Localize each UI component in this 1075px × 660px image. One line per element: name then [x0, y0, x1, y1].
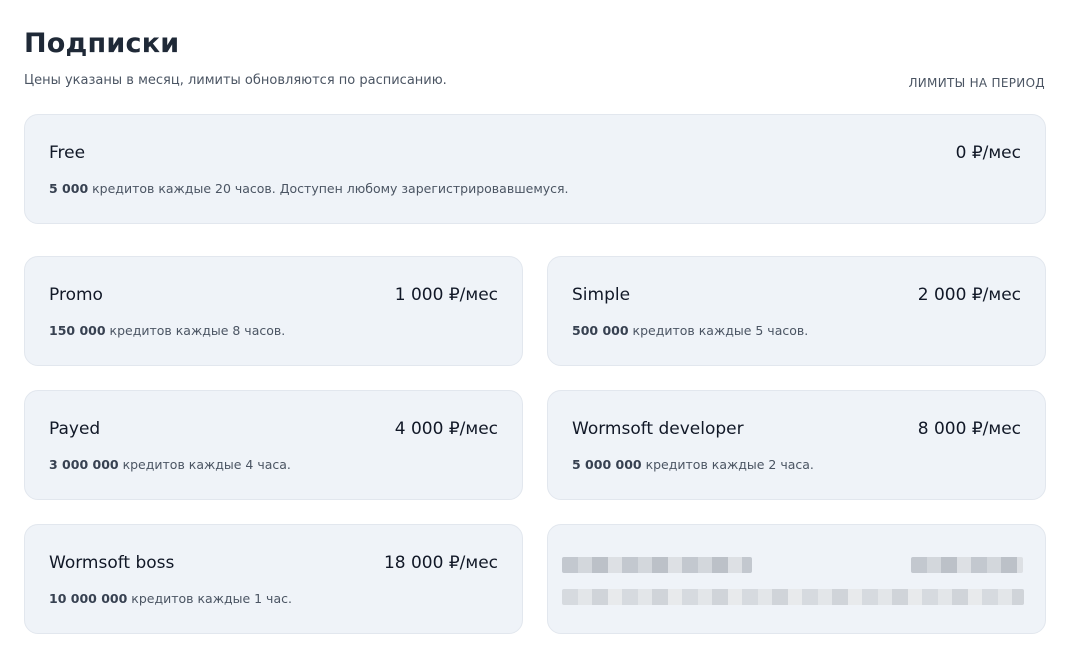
plan-description: 500 000 кредитов каждые 5 часов.	[572, 323, 808, 338]
limits-period-link[interactable]: ЛИМИТЫ НА ПЕРИОД	[908, 76, 1045, 90]
redacted-name	[562, 557, 752, 573]
plan-description: 3 000 000 кредитов каждые 4 часа.	[49, 457, 291, 472]
plan-desc-text: кредитов каждые 20 часов. Доступен любом…	[88, 181, 569, 196]
plan-price: 0 ₽/мес	[955, 143, 1021, 163]
plan-price: 1 000 ₽/мес	[394, 285, 498, 305]
plan-credits: 3 000 000	[49, 457, 119, 472]
plan-credits: 10 000 000	[49, 591, 128, 606]
plan-name: Free	[49, 143, 86, 163]
plan-desc-text: кредитов каждые 2 часа.	[641, 457, 814, 472]
plan-card-redacted	[547, 524, 1046, 634]
plan-price: 18 000 ₽/мес	[383, 553, 498, 573]
plan-name: Wormsoft boss	[49, 553, 175, 573]
plan-description: 150 000 кредитов каждые 8 часов.	[49, 323, 285, 338]
plan-name: Payed	[49, 419, 101, 439]
plan-desc-text: кредитов каждые 1 час.	[127, 591, 292, 606]
plan-description: 10 000 000 кредитов каждые 1 час.	[49, 591, 292, 606]
plan-name: Promo	[49, 285, 103, 305]
plan-credits: 500 000	[572, 323, 629, 338]
redacted-description	[562, 589, 1024, 605]
plan-card-wormsoft-boss[interactable]: Wormsoft boss 18 000 ₽/мес 10 000 000 кр…	[24, 524, 523, 634]
plan-price: 4 000 ₽/мес	[394, 419, 498, 439]
plan-description: 5 000 кредитов каждые 20 часов. Доступен…	[49, 181, 569, 196]
page-title: Подписки	[24, 28, 180, 59]
plan-desc-text: кредитов каждые 5 часов.	[628, 323, 809, 338]
plan-credits: 5 000 000	[572, 457, 642, 472]
plan-desc-text: кредитов каждые 4 часа.	[118, 457, 291, 472]
plan-desc-text: кредитов каждые 8 часов.	[105, 323, 286, 338]
plan-card-wormsoft-developer[interactable]: Wormsoft developer 8 000 ₽/мес 5 000 000…	[547, 390, 1046, 500]
plan-card-free[interactable]: Free 0 ₽/мес 5 000 кредитов каждые 20 ча…	[24, 114, 1046, 224]
plan-name: Simple	[572, 285, 631, 305]
plan-credits: 5 000	[49, 181, 89, 196]
plan-price: 2 000 ₽/мес	[917, 285, 1021, 305]
plan-description: 5 000 000 кредитов каждые 2 часа.	[572, 457, 814, 472]
plan-card-simple[interactable]: Simple 2 000 ₽/мес 500 000 кредитов кажд…	[547, 256, 1046, 366]
redacted-price	[911, 557, 1023, 573]
plan-card-payed[interactable]: Payed 4 000 ₽/мес 3 000 000 кредитов каж…	[24, 390, 523, 500]
plan-price: 8 000 ₽/мес	[917, 419, 1021, 439]
page-subtitle: Цены указаны в месяц, лимиты обновляются…	[24, 73, 447, 88]
plan-card-promo[interactable]: Promo 1 000 ₽/мес 150 000 кредитов кажды…	[24, 256, 523, 366]
plan-credits: 150 000	[49, 323, 106, 338]
plan-name: Wormsoft developer	[572, 419, 744, 439]
